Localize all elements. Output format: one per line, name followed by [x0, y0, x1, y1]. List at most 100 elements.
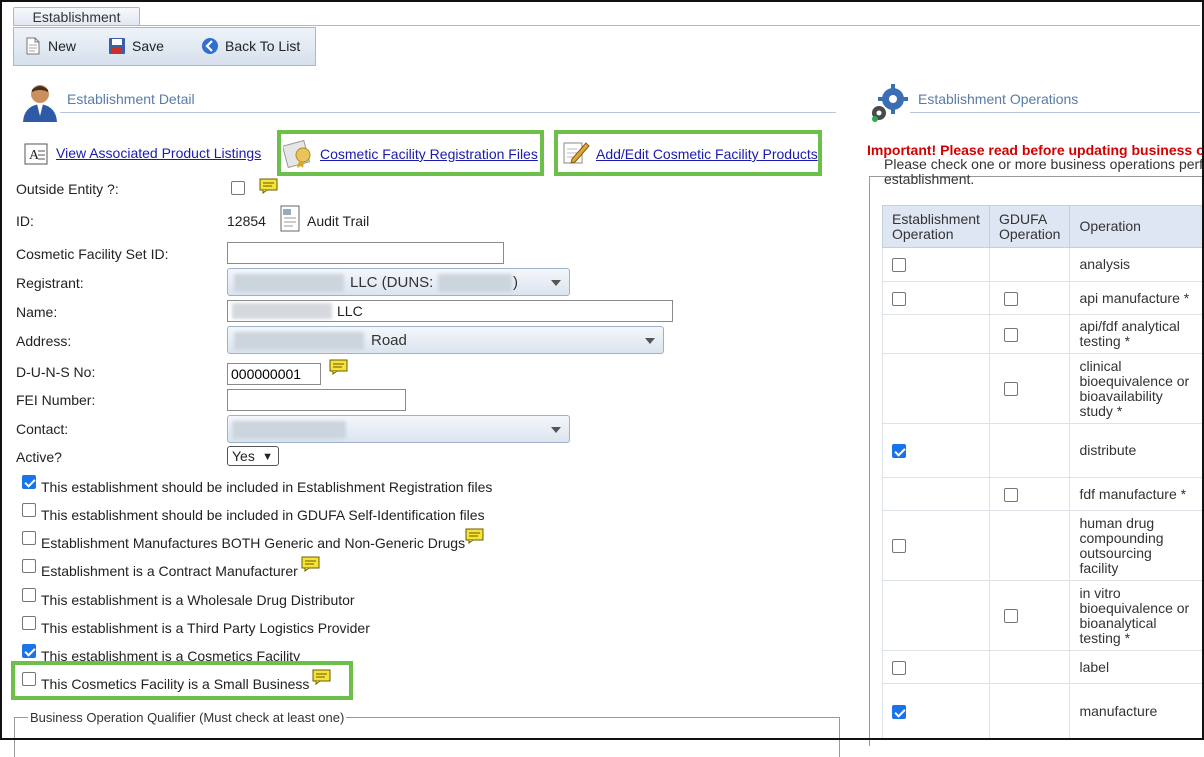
gdufa-operation-checkbox[interactable]: [1003, 327, 1018, 342]
duns-label: D-U-N-S No:: [16, 364, 96, 380]
new-button[interactable]: New: [24, 37, 76, 55]
floppy-disk-icon: [109, 38, 125, 54]
instructions-line-2: establishment.: [884, 171, 975, 187]
small-business-label: This Cosmetics Facility is a Small Busin…: [41, 676, 310, 692]
operation-name-cell: api/fdf analytical testing *: [1069, 314, 1204, 354]
small-business-checkbox[interactable]: [22, 672, 36, 686]
add-edit-cosmetic-facility-products-link[interactable]: Add/Edit Cosmetic Facility Products: [596, 146, 818, 162]
table-row: label: [882, 650, 1204, 684]
cosmetics-facility-label: This establishment is a Cosmetics Facili…: [41, 648, 301, 664]
tab-establishment[interactable]: Establishment: [13, 7, 140, 26]
establishment-operation-checkbox[interactable]: [892, 444, 906, 459]
duns-input[interactable]: [227, 363, 321, 385]
gdufa-operation-checkbox[interactable]: [1003, 382, 1018, 397]
operation-name-line: study *: [1079, 402, 1123, 419]
outside-entity-checkbox[interactable]: [231, 181, 245, 195]
active-label: Active?: [16, 449, 62, 465]
gdufa-operation-checkbox[interactable]: [1003, 609, 1018, 624]
operation-name-cell: distribute: [1069, 423, 1204, 478]
comment-note-icon[interactable]: [465, 528, 484, 544]
generic-and-non-generic-checkbox[interactable]: [22, 531, 36, 545]
header-text: Operation: [998, 225, 1061, 242]
establishment-operation-checkbox[interactable]: [892, 704, 906, 719]
gdufa-operation-cell: [988, 281, 1071, 315]
include-gdufa-checkbox[interactable]: [22, 503, 36, 517]
wholesale-distributor-checkbox[interactable]: [22, 588, 36, 602]
include-registration-checkbox[interactable]: [22, 475, 36, 489]
comment-note-icon[interactable]: [301, 556, 320, 572]
include-registration-label: This establishment should be included in…: [41, 479, 493, 495]
contract-manufacturer-checkbox[interactable]: [22, 559, 36, 573]
gdufa-operation-checkbox[interactable]: [1003, 487, 1018, 502]
audit-trail-label[interactable]: Audit Trail: [307, 213, 369, 229]
chevron-down-icon: [551, 427, 561, 433]
redacted-name: [232, 303, 332, 319]
cosmetic-facility-set-id-input[interactable]: [227, 242, 504, 264]
operation-name-line: manufacture: [1079, 702, 1158, 719]
save-label: Save: [132, 38, 164, 54]
third-party-logistics-checkbox[interactable]: [22, 616, 36, 630]
gdufa-operation-cell: [988, 353, 1071, 424]
registrant-select[interactable]: LLC (DUNS: ): [227, 268, 570, 296]
table-row: api manufacture *: [882, 281, 1204, 315]
third-party-logistics-label: This establishment is a Third Party Logi…: [41, 620, 370, 636]
establishment-operation-cell: [882, 314, 990, 354]
generic-and-non-generic-label: Establishment Manufactures BOTH Generic …: [41, 535, 466, 551]
establishment-operation-checkbox[interactable]: [892, 291, 906, 306]
operation-name-line: bioequivalence or: [1079, 372, 1190, 389]
table-row: fdf manufacture *: [882, 477, 1204, 511]
header-text: Establishment: [892, 210, 980, 227]
view-associated-product-listings-link[interactable]: View Associated Product Listings: [56, 145, 261, 161]
operation-name-cell: label: [1069, 650, 1204, 684]
chevron-down-icon: [551, 280, 561, 286]
name-label: Name:: [16, 304, 58, 320]
operation-name-line: api/fdf analytical: [1079, 318, 1180, 334]
establishment-operation-checkbox[interactable]: [892, 660, 906, 675]
establishment-operation-cell: [882, 683, 990, 739]
new-document-icon: [26, 37, 40, 55]
operation-name-line: in vitro: [1079, 584, 1121, 601]
cosmetics-facility-checkbox[interactable]: [22, 644, 36, 658]
operation-name-cell: manufacture: [1069, 683, 1204, 739]
operation-header: Operation: [1069, 205, 1204, 248]
registrant-value-b: ): [513, 274, 518, 291]
gdufa-operation-checkbox[interactable]: [1003, 291, 1018, 306]
instructions-line-1: Please check one or more business operat…: [884, 156, 1204, 172]
active-select[interactable]: Yes ▼: [227, 446, 279, 466]
back-arrow-icon: [202, 38, 218, 54]
establishment-operation-cell: [882, 423, 990, 478]
address-select[interactable]: Road: [227, 326, 664, 354]
operation-name-line: outsourcing: [1079, 544, 1152, 561]
certificate-icon: [283, 139, 311, 169]
save-button[interactable]: Save: [108, 37, 164, 55]
name-input[interactable]: LLC: [227, 300, 673, 322]
operation-name-cell: clinical bioequivalence or bioavailability…: [1069, 353, 1204, 424]
operation-name-line: clinical: [1079, 357, 1122, 374]
comment-note-icon[interactable]: [259, 178, 278, 194]
operation-name-line: bioequivalence or: [1079, 599, 1190, 616]
operations-section-line: [910, 112, 1200, 113]
cosmetic-facility-registration-files-link[interactable]: Cosmetic Facility Registration Files: [320, 146, 538, 162]
gdufa-operation-cell: [988, 423, 1071, 478]
product-listing-icon: A: [24, 143, 48, 165]
operation-name-line: api manufacture *: [1079, 289, 1190, 306]
contact-select[interactable]: [227, 415, 570, 443]
comment-note-icon[interactable]: [329, 359, 348, 375]
operation-name-line: bioanalytical: [1079, 614, 1157, 631]
establishment-operation-checkbox[interactable]: [892, 539, 906, 554]
business-operation-qualifier-legend: Business Operation Qualifier (Must check…: [28, 710, 347, 725]
operation-name-cell: in vitro bioequivalence or bioanalytical te…: [1069, 580, 1204, 651]
gdufa-operation-header: GDUFA Operation: [988, 205, 1071, 248]
establishment-operation-checkbox[interactable]: [892, 258, 906, 273]
fei-number-input[interactable]: [227, 389, 406, 411]
person-icon: [23, 85, 57, 122]
back-to-list-button[interactable]: Back To List: [201, 37, 300, 55]
audit-trail-icon[interactable]: [279, 204, 303, 234]
gdufa-operation-cell: [988, 683, 1071, 739]
operation-name-line: bioavailability: [1079, 387, 1163, 404]
operation-name-line: label: [1079, 658, 1110, 675]
chevron-down-icon: [645, 338, 655, 344]
comment-note-icon[interactable]: [312, 669, 331, 685]
id-value: 12854: [227, 213, 266, 229]
table-row: in vitro bioequivalence or bioanalytical te…: [882, 580, 1204, 651]
